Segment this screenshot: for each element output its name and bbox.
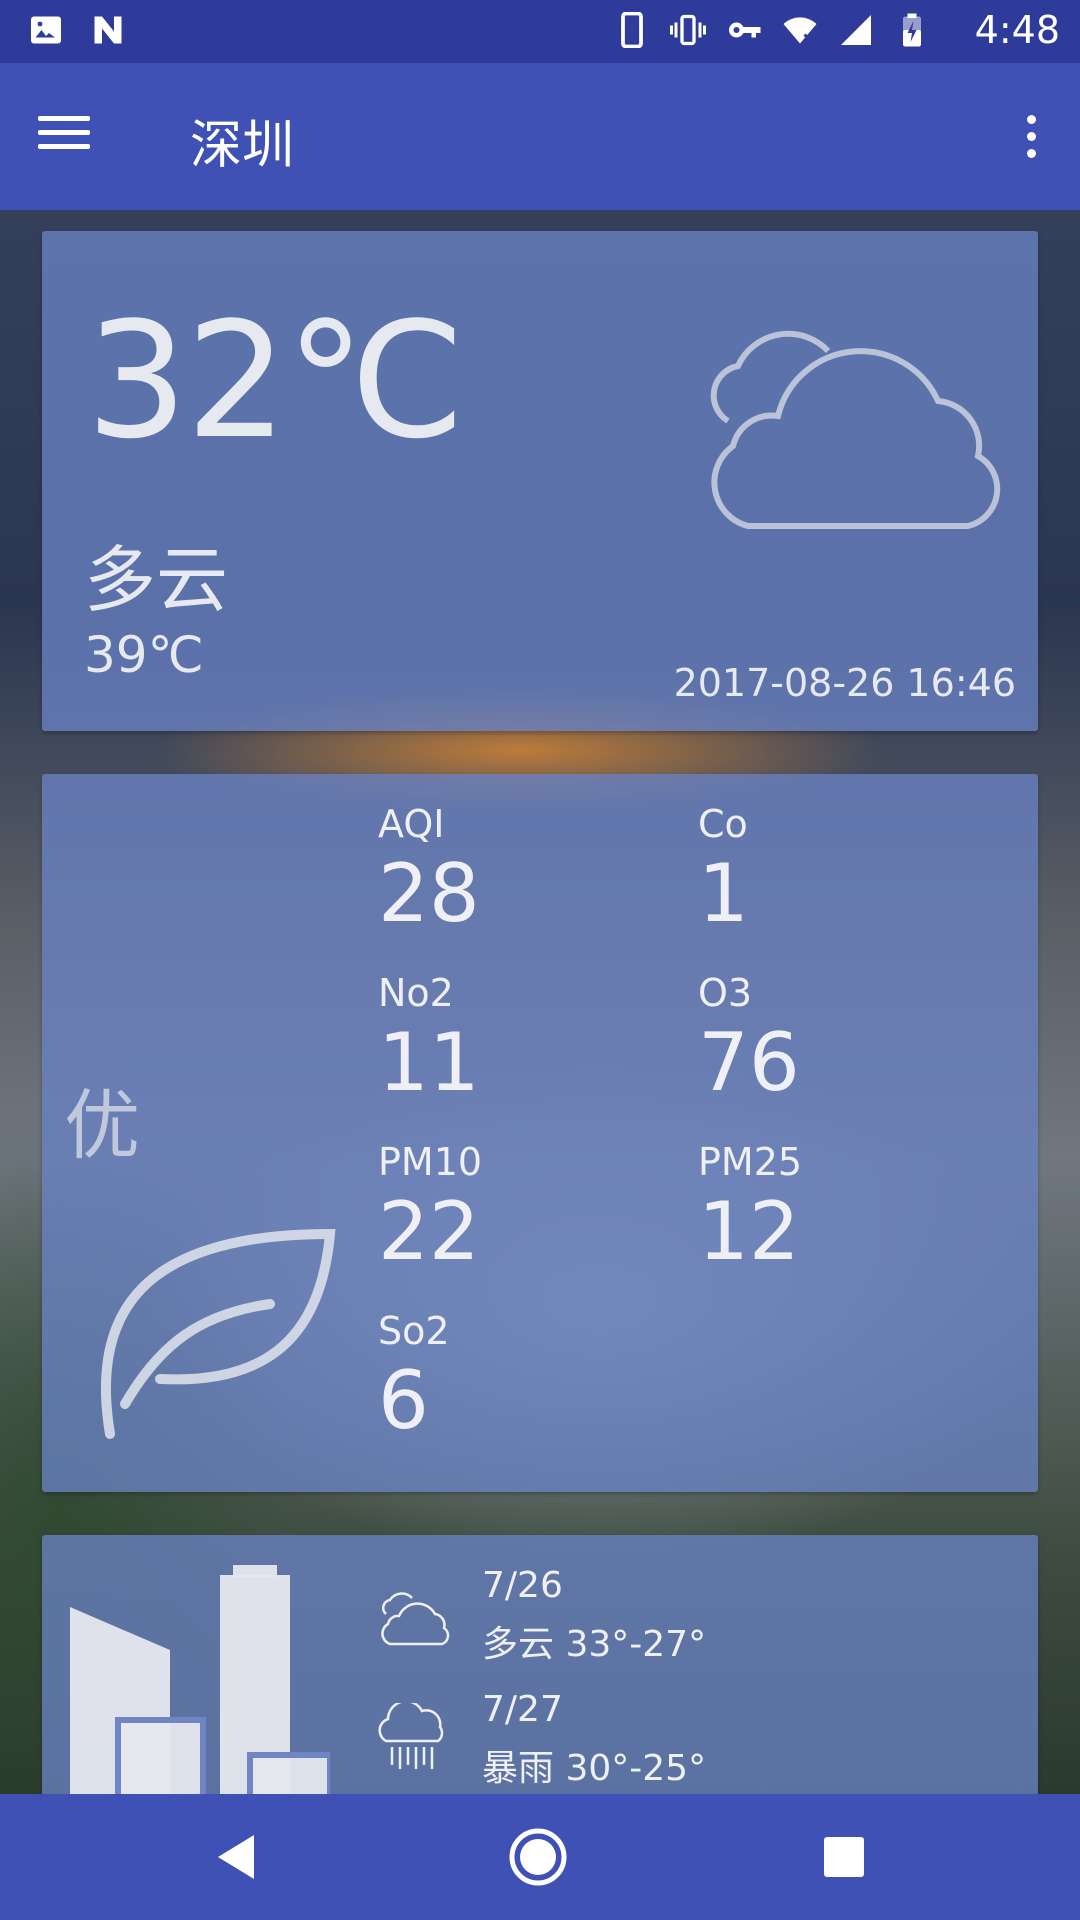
page-title: 深圳	[190, 116, 295, 176]
aqi-label: AQI	[378, 802, 445, 846]
aqi-value: 1	[698, 847, 749, 940]
forecast-date: 7/27	[482, 1689, 563, 1730]
forecast-condition: 暴雨	[482, 1748, 555, 1789]
app-toolbar: 深圳	[0, 63, 1080, 210]
forecast-summary: 暴雨 30°-25°	[482, 1739, 706, 1791]
air-quality-card[interactable]: 优 AQI 28 Co 1 No2 11 O3 76 PM10 22 PM25 …	[42, 774, 1038, 1492]
aqi-item-o3: O3 76	[698, 971, 800, 1111]
update-time: 2017-08-26 16:46	[673, 661, 1016, 705]
status-time: 4:48	[974, 8, 1060, 52]
more-vert-icon[interactable]	[1006, 107, 1056, 167]
signal-icon	[841, 15, 871, 45]
current-weather-card[interactable]: 32℃ 多云 39℃ 2017-08-26 16:46	[42, 231, 1038, 731]
vpn-key-icon	[729, 22, 761, 38]
cloudy-icon	[710, 330, 1001, 529]
city-skyline-icon	[70, 1565, 330, 1825]
feels-like-temperature: 39℃	[84, 626, 204, 684]
heavy-rain-icon	[378, 1703, 444, 1769]
forecast-summary: 多云 33°-27°	[482, 1615, 706, 1667]
aqi-value: 28	[378, 847, 480, 940]
aqi-item-pm25: PM25 12	[698, 1140, 802, 1280]
aqi-value: 12	[698, 1185, 800, 1278]
aqi-item-aqi: AQI 28	[378, 802, 480, 942]
aqi-label: PM25	[698, 1140, 803, 1184]
system-navigation-bar	[0, 1794, 1080, 1920]
leaf-icon	[100, 1228, 336, 1439]
aqi-item-so2: So2 6	[378, 1309, 450, 1449]
aqi-value: 6	[378, 1354, 429, 1447]
n-icon	[94, 16, 122, 44]
home-circle-icon[interactable]	[508, 1827, 568, 1887]
current-temperature: 32℃	[86, 287, 465, 474]
forecast-range: 30°-25°	[565, 1748, 707, 1789]
aqi-item-pm10: PM10 22	[378, 1140, 482, 1280]
image-icon	[31, 16, 61, 44]
hamburger-menu-icon[interactable]	[38, 107, 108, 167]
status-bar: 4:48	[0, 0, 1080, 63]
aqi-item-no2: No2 11	[378, 971, 480, 1111]
aqi-item-co: Co 1	[698, 802, 749, 942]
forecast-range: 33°-27°	[565, 1624, 707, 1665]
forecast-condition: 多云	[482, 1624, 555, 1665]
aqi-label: PM10	[378, 1140, 483, 1184]
cloudy-icon	[381, 1592, 450, 1646]
aqi-label: So2	[378, 1309, 450, 1353]
aqi-label: No2	[378, 971, 454, 1015]
aqi-value: 11	[378, 1016, 480, 1109]
forecast-card[interactable]: 7/26 多云 33°-27° 7/27 暴雨 30°-25°	[42, 1535, 1038, 1825]
aqi-label: O3	[698, 971, 753, 1015]
current-condition: 多云	[84, 538, 229, 622]
vibrate-icon	[670, 14, 706, 46]
back-triangle-icon[interactable]	[206, 1827, 266, 1887]
phone-icon	[621, 12, 643, 48]
aqi-label: Co	[698, 802, 748, 846]
aqi-value: 22	[378, 1185, 480, 1278]
air-quality-level: 优	[64, 1081, 140, 1170]
recents-square-icon[interactable]	[814, 1827, 874, 1887]
battery-charging-icon	[903, 13, 921, 47]
wifi-icon	[783, 17, 817, 45]
aqi-value: 76	[698, 1016, 800, 1109]
forecast-date: 7/26	[482, 1565, 563, 1606]
